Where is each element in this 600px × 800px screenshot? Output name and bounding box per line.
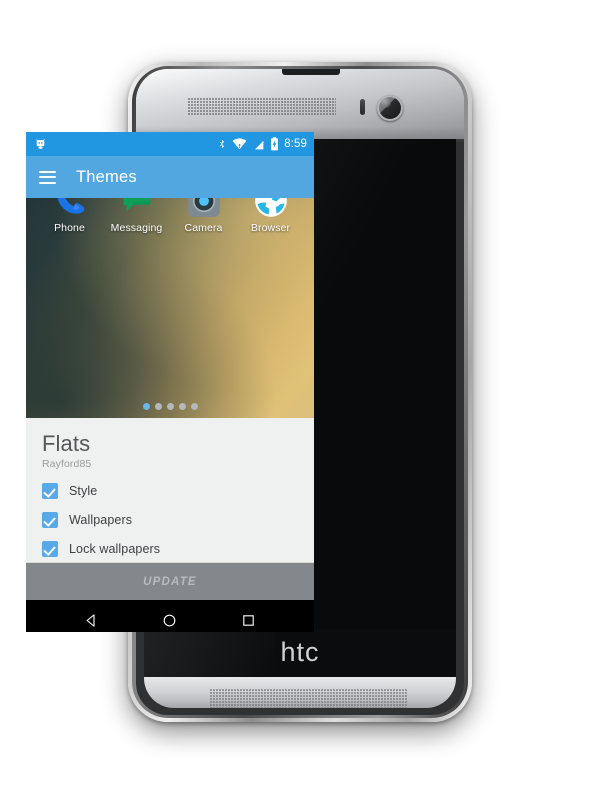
update-button[interactable]: UPDATE [26, 562, 314, 600]
home-button[interactable] [160, 610, 180, 630]
theme-option-style[interactable]: Style [42, 483, 298, 500]
signal-off-icon [253, 138, 265, 150]
back-button[interactable] [81, 610, 101, 630]
dock-app-camera[interactable]: Camera [175, 198, 233, 234]
status-bar-system-icons: 8:59 [217, 137, 307, 151]
android-nav-bar [26, 600, 314, 632]
home-circle-icon [164, 614, 176, 626]
front-camera-icon [377, 95, 403, 121]
theme-details-card: Flats Rayford85 Style Wallpapers Lock wa… [26, 418, 314, 562]
page-dot[interactable] [142, 403, 150, 410]
back-triangle-icon [86, 613, 95, 627]
earpiece-speaker-grille [188, 98, 336, 115]
messaging-icon [118, 198, 156, 220]
app-bar: Themes [26, 156, 314, 198]
camera-icon [185, 198, 223, 220]
dock-row: Phone Messaging Camera Browser [26, 198, 314, 234]
update-button-label: UPDATE [143, 575, 197, 588]
status-bar-clock: 8:59 [284, 138, 307, 150]
recents-square-icon [243, 614, 254, 626]
theme-option-label: Style [69, 484, 98, 499]
page-indicator-dots [26, 403, 314, 410]
wifi-icon [232, 138, 247, 150]
dock-app-phone[interactable]: Phone [41, 198, 99, 234]
theme-option-label: Wallpapers [69, 513, 133, 528]
home-screen-preview[interactable]: Phone Messaging Camera Browser [26, 198, 314, 418]
proximity-sensor-icon [360, 99, 365, 115]
checkbox-checked-icon[interactable] [42, 541, 58, 558]
dock-app-messaging[interactable]: Messaging [108, 198, 166, 234]
checkbox-checked-icon[interactable] [42, 483, 58, 500]
theme-option-wallpapers[interactable]: Wallpapers [42, 512, 298, 529]
theme-option-label: Lock wallpapers [69, 542, 161, 557]
theme-author: Rayford85 [42, 458, 92, 471]
browser-icon [252, 198, 290, 220]
cyanogenmod-icon [36, 138, 45, 149]
dock-app-label: Phone [54, 222, 85, 234]
recents-button[interactable] [239, 610, 259, 630]
checkbox-checked-icon[interactable] [42, 512, 58, 529]
phone-top-notch [282, 69, 340, 75]
dock-app-browser[interactable]: Browser [242, 198, 300, 234]
bottom-speaker-grille [210, 689, 408, 708]
dock-app-label: Messaging [110, 222, 163, 234]
phone-screen: 8:59 Themes Phone Messaging Camera Brows… [26, 132, 314, 632]
hamburger-menu-icon[interactable] [39, 170, 56, 184]
page-dot[interactable] [190, 403, 198, 410]
theme-title: Flats [42, 431, 91, 456]
theme-option-lock-wallpapers[interactable]: Lock wallpapers [42, 541, 298, 558]
status-bar-notifications [34, 138, 47, 151]
app-bar-title: Themes [76, 167, 137, 186]
phone-chin: htc [144, 629, 456, 677]
dock-app-label: Browser [250, 222, 291, 234]
htc-brand-logo: htc [280, 637, 320, 667]
bluetooth-icon [220, 139, 225, 149]
page-dot[interactable] [166, 403, 174, 410]
page-dot[interactable] [178, 403, 186, 410]
page-dot[interactable] [154, 403, 162, 410]
phone-icon [51, 198, 89, 220]
status-bar: 8:59 [26, 132, 314, 156]
battery-charging-icon [271, 137, 279, 151]
dock-app-label: Camera [184, 222, 223, 234]
